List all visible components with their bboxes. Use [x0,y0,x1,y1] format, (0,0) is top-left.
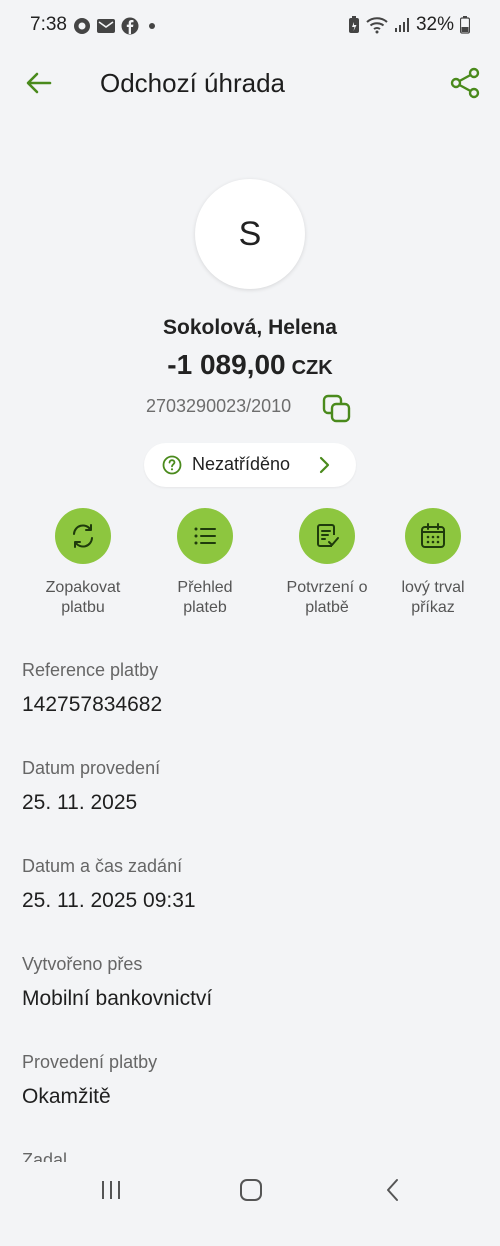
battery-percent: 32% [415,14,454,35]
category-selector[interactable]: Nezatříděno [144,443,356,487]
notification-icons [73,17,159,35]
action-new-standing-order[interactable]: lový trval příkaz [371,508,495,618]
detail-value: 25. 11. 2025 [22,791,138,814]
home-button[interactable] [238,1177,264,1208]
detail-label: Datum a čas zadání [22,856,183,876]
action-label: Přehled plateb [177,579,233,616]
payee-name: Sokolová, Helena [163,316,337,339]
detail-execution-date: Datum provedení 25. 11. 2025 [22,758,482,854]
detail-value: 142757834682 [22,693,163,716]
question-circle-icon [162,455,182,475]
amount-value: -1 089,00 [167,349,286,380]
signal-icon [394,18,409,32]
detail-payment-execution: Provedení platby Okamžitě [22,1052,482,1148]
action-label: lový trval příkaz [401,579,465,616]
avatar: S [195,179,305,289]
chevron-right-icon [319,456,330,474]
dot-icon [149,23,155,29]
facebook-icon [121,17,139,35]
list-icon [194,527,216,545]
copy-account-button[interactable] [322,394,352,424]
action-label: Zopakovat platbu [45,579,121,616]
detail-label: Reference platby [22,660,159,680]
category-label: Nezatříděno [192,454,291,474]
back-nav-icon [387,1179,398,1201]
arrow-left-icon [26,72,52,94]
action-payment-overview[interactable]: Přehled plateb [143,508,267,618]
detail-label: Datum provedení [22,758,161,778]
back-nav-button[interactable] [380,1177,406,1208]
system-nav-bar [0,1162,500,1222]
calendar-icon [421,523,445,548]
repeat-icon [73,524,93,548]
chrome-icon [74,18,90,34]
battery-icon [460,16,470,34]
detail-created-via: Vytvořeno přes Mobilní bankovnictví [22,954,482,1050]
share-icon [450,67,480,99]
share-button[interactable] [448,66,482,100]
payment-details: Reference platby 142757834682 Datum prov… [22,658,482,1246]
detail-label: Vytvořeno přes [22,954,143,974]
amount-currency: CZK [291,357,333,379]
system-status: 32% [348,14,470,36]
mail-icon [97,19,115,33]
detail-label: Provedení platby [22,1052,158,1072]
document-check-icon [317,524,339,547]
copy-icon [322,394,351,423]
amount-row: -1 089,00 CZK [0,349,500,381]
status-bar: 7:38 32% [0,0,500,54]
recent-apps-button[interactable] [98,1177,124,1208]
home-icon [240,1179,262,1201]
action-repeat-payment[interactable]: Zopakovat platbu [21,508,145,618]
detail-value: Mobilní bankovnictví [22,987,213,1010]
quick-actions: Zopakovat platbu Přehled plateb Potvrzen… [0,508,500,628]
battery-saver-icon [348,16,359,33]
app-header: Odchozí úhrada [0,58,500,108]
detail-value: Okamžitě [22,1085,111,1108]
account-number: 2703290023/2010 [146,396,292,416]
detail-reference: Reference platby 142757834682 [22,660,482,756]
page-title: Odchozí úhrada [100,68,286,98]
wifi-icon [366,17,388,34]
status-time: 7:38 [30,14,67,35]
detail-value: 25. 11. 2025 09:31 [22,889,196,912]
detail-entry-datetime: Datum a čas zadání 25. 11. 2025 09:31 [22,856,482,952]
recent-apps-icon [102,1181,120,1199]
back-button[interactable] [22,66,56,100]
